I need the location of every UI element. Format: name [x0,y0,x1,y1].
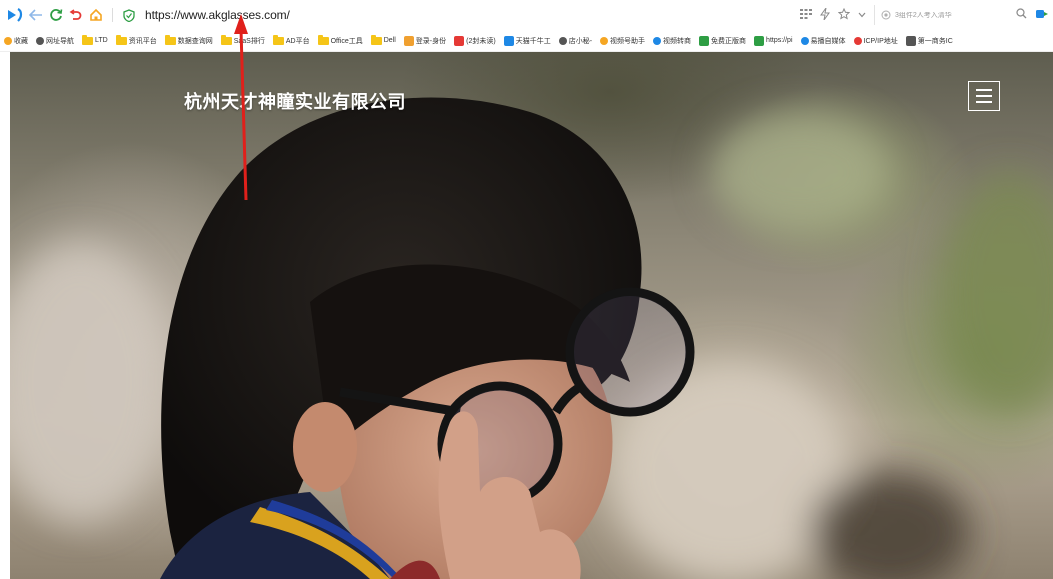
folder-icon [164,34,176,45]
bookmark-item[interactable]: LTD [78,30,112,51]
bookmark-item[interactable]: 天猫千牛工 [500,30,555,51]
menu-bar-line [976,89,992,91]
bookmark-item[interactable]: 收藏 [0,30,32,51]
home-icon[interactable] [86,0,106,30]
bookmark-item[interactable]: 第一商务IC [902,30,957,51]
folder-icon [370,34,382,45]
bookmark-item[interactable]: ICP/IP地址 [850,30,902,51]
bookmark-item[interactable]: 免费正版商 [695,30,750,51]
star-icon [4,36,12,45]
person-icon [800,36,809,45]
bookmark-label: 网址导航 [46,37,74,45]
square-icon [503,35,514,46]
bookmark-label: LTD [95,37,108,44]
menu-bar-line [976,95,992,97]
hero-banner: 杭州天才神瞳实业有限公司 [10,52,1053,579]
undo-icon[interactable] [66,0,86,30]
bookmark-item[interactable]: Office工具 [314,30,367,51]
bookmark-label: 资讯平台 [128,37,157,45]
bookmark-item[interactable]: AD平台 [269,30,314,51]
wave-icon [653,36,662,45]
browser-logo-icon[interactable] [6,0,26,30]
bookmark-label: ICP/IP地址 [863,37,898,45]
browser-toolbar: https://www.akglasses.com/ [0,0,1053,30]
bookmark-label: 易播自媒体 [810,37,846,45]
bookmark-item[interactable]: 视频号助手 [596,30,649,51]
bookmarks-bar: 收藏 网址导航 LTD 资讯平台 数据查询网 SaaS排行 AD平台 Office工具 Dell… [0,30,1053,52]
search-engine-icon[interactable] [881,10,891,20]
square-icon [905,35,916,46]
bookmark-item[interactable]: 视频转商 [649,30,695,51]
bookmark-item[interactable]: 店小秘- [555,30,596,51]
globe-icon [36,36,44,45]
bookmark-item[interactable]: Dell [367,30,400,51]
bookmark-label: 店小秘- [568,37,593,45]
check-icon [558,36,567,45]
bookmark-label: SaaS排行 [233,37,265,45]
bookmark-label: 第一商务IC [917,37,953,45]
search-icon[interactable] [1016,8,1027,22]
nav-controls: https://www.akglasses.com/ [0,0,290,30]
toolbar-right-controls [800,0,1053,30]
bookmark-label: 视频号助手 [610,37,646,45]
back-icon[interactable] [26,0,46,30]
bookmark-item[interactable]: https://pi [750,30,796,51]
square-icon [699,35,710,46]
hero-photo-child-with-glasses [10,97,1053,579]
bookmark-label: (2封未读) [466,37,496,45]
bookmark-label: 视频转商 [663,37,692,45]
bookmark-label: 免费正版商 [711,37,747,45]
refresh-icon[interactable] [46,0,66,30]
menu-bar-line [976,101,992,103]
bookmark-label: 登录-身份 [415,37,447,45]
bookmark-label: 收藏 [14,37,28,45]
favorite-star-icon[interactable] [837,7,851,23]
chevron-down-icon[interactable] [858,9,866,21]
bookmark-label: Dell [383,37,396,44]
pin-icon [853,36,862,45]
toolbar-divider [112,8,113,22]
folder-icon [220,34,232,45]
folder-icon [317,34,329,45]
address-bar-url[interactable]: https://www.akglasses.com/ [145,8,290,22]
hamburger-menu-button[interactable] [968,81,1000,111]
butterfly-icon [600,36,609,45]
bookmark-label: https://pi [766,37,793,44]
folder-icon [82,34,93,45]
bookmark-item[interactable]: SaaS排行 [217,30,269,51]
bookmark-item[interactable]: 数据查询网 [161,30,217,51]
extension-icon[interactable] [1035,8,1049,23]
search-input[interactable] [895,11,995,19]
search-box [874,5,1008,25]
bookmark-item[interactable]: 资讯平台 [112,30,161,51]
square-icon [754,35,765,46]
bookmark-label: 天猫千牛工 [515,37,551,45]
folder-icon [272,34,284,45]
bookmark-item[interactable]: 易播自媒体 [797,30,850,51]
bookmark-item[interactable]: 网址导航 [32,30,78,51]
site-title[interactable]: 杭州天才神瞳实业有限公司 [184,88,406,114]
folder-icon [115,34,127,45]
bookmark-item[interactable]: 登录-身份 [400,30,450,51]
bookmark-label: AD平台 [285,37,310,45]
grid-icon[interactable] [800,8,812,22]
security-shield-icon[interactable] [119,0,139,30]
bookmark-item[interactable]: (2封未读) [450,30,500,51]
mail-icon [454,35,465,46]
square-icon [403,35,414,46]
lightning-icon[interactable] [820,7,830,23]
bookmark-label: Office工具 [330,37,363,45]
bookmark-label: 数据查询网 [177,37,213,45]
